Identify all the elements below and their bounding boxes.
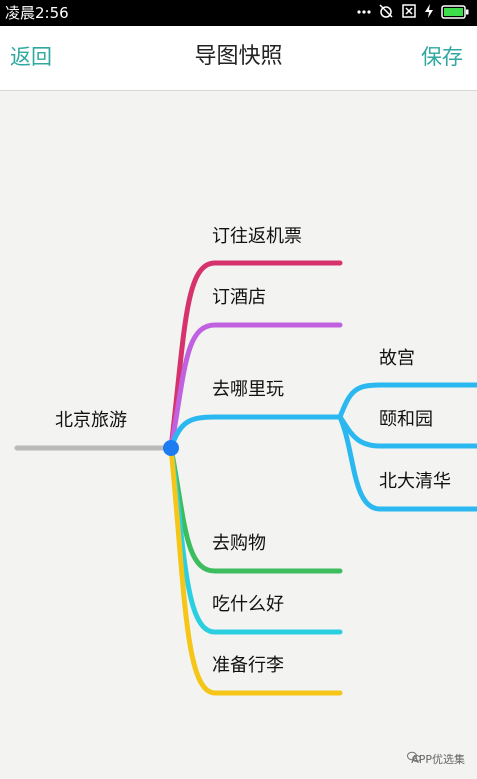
child-node-gugong[interactable]: 故宫 bbox=[379, 347, 415, 371]
mindmap-canvas: 北京旅游 订往返机票 订酒店 去哪里玩 去购物 吃什么好 准备行李 故宫 颐和园… bbox=[0, 91, 477, 779]
watermark: APP优选集 bbox=[407, 751, 465, 767]
top-nav-bar: 返回 导图快照 保存 bbox=[0, 26, 477, 91]
branch-node-where[interactable]: 去哪里玩 bbox=[212, 378, 284, 402]
branch-node-luggage[interactable]: 准备行李 bbox=[212, 654, 284, 678]
branch-line-where bbox=[168, 414, 343, 451]
status-icons bbox=[357, 4, 469, 22]
branch-node-food[interactable]: 吃什么好 bbox=[212, 593, 284, 617]
branch-node-flights[interactable]: 订往返机票 bbox=[212, 225, 302, 249]
branch-node-shopping[interactable]: 去购物 bbox=[212, 532, 266, 556]
more-icon bbox=[357, 4, 371, 23]
charging-icon bbox=[424, 3, 434, 23]
child-node-yiheyuan[interactable]: 颐和园 bbox=[379, 408, 433, 432]
mindmap-hub[interactable] bbox=[163, 440, 179, 456]
root-node[interactable]: 北京旅游 bbox=[55, 409, 127, 433]
sim-off-icon bbox=[401, 3, 417, 23]
battery-icon bbox=[441, 4, 469, 23]
status-bar: 凌晨2:56 bbox=[0, 0, 477, 26]
child-node-beida[interactable]: 北大清华 bbox=[379, 470, 451, 494]
page-title: 导图快照 bbox=[194, 44, 283, 69]
alarm-off-icon bbox=[378, 3, 394, 23]
save-button[interactable]: 保存 bbox=[421, 42, 463, 72]
status-time: 凌晨2:56 bbox=[5, 4, 69, 22]
branch-node-hotel[interactable]: 订酒店 bbox=[212, 286, 266, 310]
